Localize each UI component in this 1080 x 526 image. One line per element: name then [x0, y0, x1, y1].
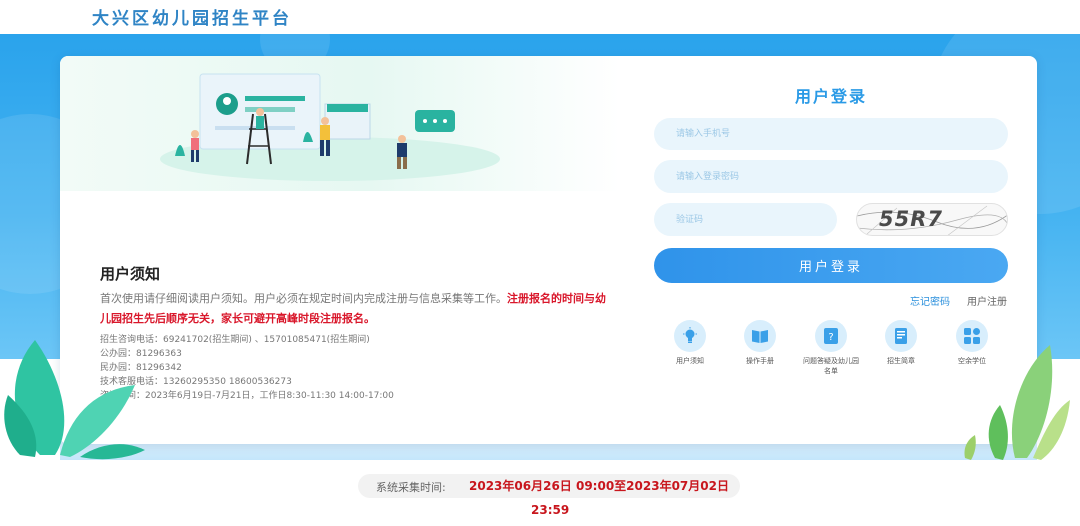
collection-period-label: 系统采集时间: [376, 481, 446, 494]
phone-input[interactable] [654, 118, 1008, 150]
question-document-icon: ? [815, 320, 847, 352]
password-input[interactable] [654, 160, 1008, 193]
quick-link-faq[interactable]: ? 问题答疑及幼儿园名单 [801, 320, 861, 376]
hero-illustration [160, 73, 500, 181]
left-leaf-decoration [4, 340, 145, 460]
collection-period-end-time: 23:59 [531, 503, 570, 517]
site-title: 大兴区幼儿园招生平台 [92, 9, 292, 29]
captcha-text: 55R7 [879, 207, 944, 231]
bookmark-book-icon [885, 320, 917, 352]
quick-link-brochure[interactable]: 招生简章 [871, 320, 931, 366]
quick-link-label: 招生简章 [887, 357, 915, 365]
collection-period-value: 2023年06月26日 09:00至2023年07月02日 [469, 479, 729, 493]
quick-link-label: 问题答疑及幼儿园名单 [803, 357, 859, 375]
quick-link-manual[interactable]: 操作手册 [730, 320, 790, 366]
register-link[interactable]: 用户注册 [967, 293, 1007, 308]
right-leaf-decoration [964, 345, 1070, 460]
login-button[interactable]: 用户登录 [654, 248, 1008, 283]
svg-text:?: ? [828, 332, 833, 343]
open-book-icon [744, 320, 776, 352]
notice-text-normal: 首次使用请仔细阅读用户须知。用户必须在规定时间内完成注册与信息采集等工作。 [100, 292, 507, 305]
quick-link-label: 用户须知 [676, 357, 704, 365]
forgot-password-link[interactable]: 忘记密码 [910, 293, 950, 308]
quick-link-label: 操作手册 [746, 357, 774, 365]
notice-text: 首次使用请仔细阅读用户须知。用户必须在规定时间内完成注册与信息采集等工作。注册报… [100, 289, 615, 329]
main-card: 用户须知 首次使用请仔细阅读用户须知。用户必须在规定时间内完成注册与信息采集等工… [60, 56, 1037, 444]
top-bar: 大兴区幼儿园招生平台 [0, 0, 1080, 34]
notice-title: 用户须知 [100, 265, 161, 283]
captcha-input[interactable] [654, 203, 837, 236]
login-title: 用户登录 [794, 87, 867, 106]
lightbulb-icon [674, 320, 706, 352]
captcha-image[interactable]: 55R7 [856, 203, 1008, 236]
quick-link-user-notice[interactable]: 用户须知 [660, 320, 720, 366]
